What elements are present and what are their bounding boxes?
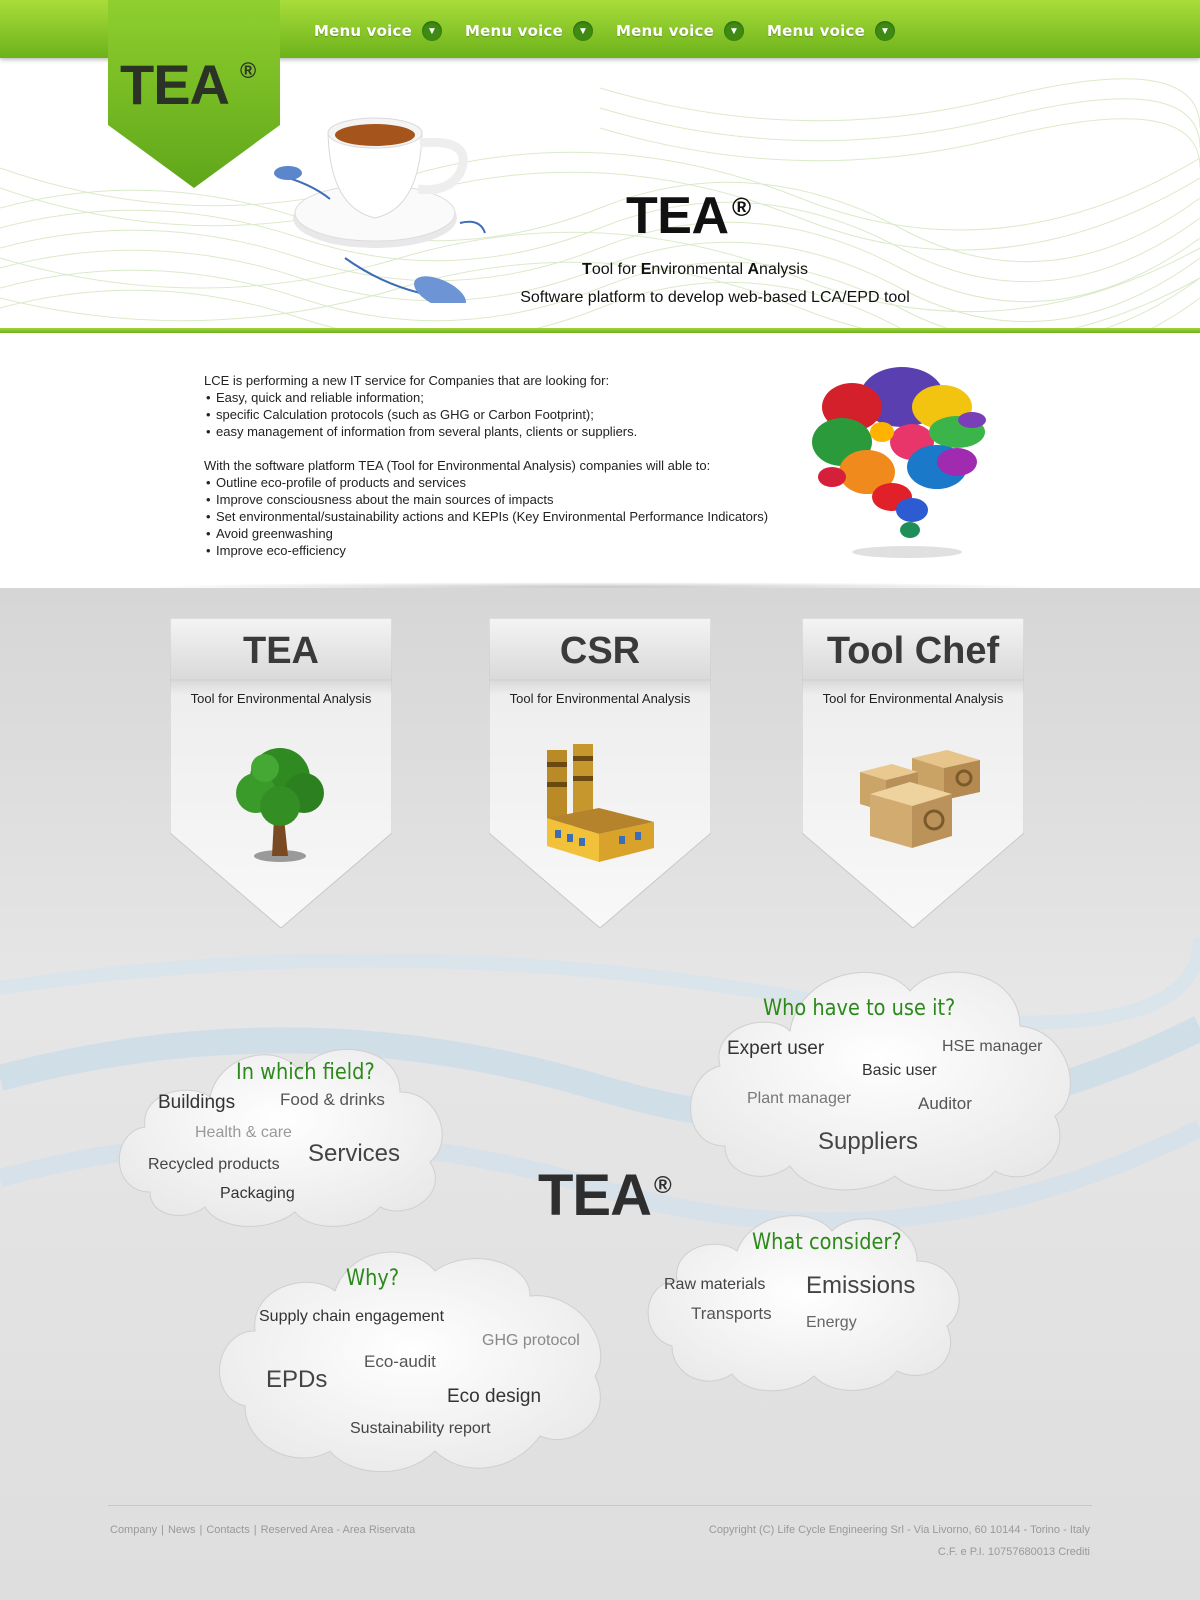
cloud-word: Sustainability report	[350, 1420, 491, 1437]
site-logo[interactable]: TEA ®	[108, 0, 280, 190]
speech-bubbles-image	[812, 367, 986, 558]
cloud-word: Health & care	[195, 1124, 292, 1141]
nav-menu-label: Menu voice	[616, 22, 714, 40]
card-subtitle: Tool for Environmental Analysis	[190, 691, 372, 706]
intro-paragraph-1: LCE is performing a new IT service for C…	[204, 373, 610, 388]
list-item: easy management of information from seve…	[204, 423, 824, 440]
footer-links: Company | News | Contacts | Reserved Are…	[110, 1524, 415, 1536]
chevron-down-icon: ▼	[421, 21, 442, 41]
cloud-who: Who have to use it? Expert user HSE mana…	[680, 956, 1080, 1194]
intro-text: LCE is performing a new IT service for C…	[204, 372, 824, 559]
logo-text: TEA	[120, 53, 230, 116]
hero-tagline: Software platform to develop web-based L…	[520, 289, 910, 306]
chevron-down-icon: ▼	[874, 21, 895, 41]
cloud-why: Why? Supply chain engagement GHG protoco…	[210, 1236, 610, 1480]
cloud-word: Basic user	[862, 1062, 937, 1079]
center-registered-mark: ®	[654, 1172, 672, 1199]
intro-list-2: Outline eco-profile of products and serv…	[204, 474, 824, 559]
cloud-word: Buildings	[158, 1092, 236, 1113]
card-title: Tool Chef	[826, 630, 1000, 672]
factory-icon	[547, 744, 654, 862]
center-title: TEA	[538, 1163, 652, 1228]
hero-subtitle-text: Tool for Environmental Analysis	[582, 261, 808, 278]
cloud-word: Emissions	[806, 1272, 916, 1299]
footer-vat-credits: C.F. e P.I. 10757680013 Crediti	[937, 1546, 1090, 1558]
cloud-word: Packaging	[220, 1185, 295, 1202]
cloud-word: Plant manager	[747, 1090, 852, 1107]
product-card-tool-chef[interactable]: Tool Chef Tool for Environmental Analysi…	[802, 618, 1024, 928]
chevron-down-icon: ▼	[723, 21, 744, 41]
intro-list-1: Easy, quick and reliable information; sp…	[204, 389, 824, 440]
card-subtitle: Tool for Environmental Analysis	[509, 691, 691, 706]
cloud-word: Suppliers	[818, 1128, 919, 1155]
chevron-down-icon: ▼	[572, 21, 593, 41]
footer-separator: |	[253, 1524, 257, 1536]
cloud-word: Energy	[806, 1314, 857, 1331]
logo-registered-mark: ®	[240, 58, 257, 83]
nav-menu-item-1[interactable]: Menu voice ▼	[314, 18, 442, 44]
list-item: Set environmental/sustainability actions…	[204, 508, 824, 525]
cloud-word: Auditor	[918, 1094, 972, 1113]
cloud-word: Transports	[691, 1304, 772, 1323]
cloud-word: Recycled products	[148, 1156, 280, 1173]
cloud-heading: What consider?	[752, 1230, 902, 1255]
cloud-word: GHG protocol	[482, 1332, 580, 1349]
nav-menu-label: Menu voice	[465, 22, 563, 40]
list-item: specific Calculation protocols (such as …	[204, 406, 824, 423]
list-item: Outline eco-profile of products and serv…	[204, 474, 824, 491]
cloud-word: Raw materials	[664, 1276, 766, 1293]
nav-menu-item-3[interactable]: Menu voice ▼	[616, 18, 744, 44]
list-item: Avoid greenwashing	[204, 525, 824, 542]
nav-menu-item-2[interactable]: Menu voice ▼	[465, 18, 593, 44]
cloud-heading: Who have to use it?	[763, 996, 956, 1021]
hero-title: TEA	[626, 187, 729, 245]
list-item: Easy, quick and reliable information;	[204, 389, 824, 406]
footer-copyright: Copyright (C) Life Cycle Engineering Srl…	[708, 1524, 1090, 1536]
boxes-icon	[860, 750, 980, 848]
footer-divider	[108, 1505, 1092, 1506]
list-item: Improve consciousness about the main sou…	[204, 491, 824, 508]
card-title: CSR	[559, 630, 641, 672]
hero-registered-mark: ®	[732, 192, 752, 222]
intro-paragraph-2: With the software platform TEA (Tool for…	[204, 458, 711, 473]
cloud-word: Food & drinks	[280, 1090, 385, 1109]
list-item: Improve eco-efficiency	[204, 542, 824, 559]
nav-menu-item-4[interactable]: Menu voice ▼	[767, 18, 895, 44]
product-card-tea[interactable]: TEA Tool for Environmental Analysis	[170, 618, 392, 928]
tree-icon	[236, 748, 324, 862]
nav-menu-label: Menu voice	[767, 22, 865, 40]
footer-link-reserved-area[interactable]: Reserved Area - Area Riservata	[261, 1524, 416, 1536]
cloud-heading: Why?	[346, 1266, 400, 1291]
footer-link-contacts[interactable]: Contacts	[206, 1524, 249, 1536]
nav-menu-label: Menu voice	[314, 22, 412, 40]
teacup-image	[274, 117, 486, 303]
cloud-word: Expert user	[727, 1038, 825, 1059]
cloud-field: In which field? Buildings Food & drinks …	[110, 1032, 452, 1232]
cloud-heading: In which field?	[236, 1060, 375, 1085]
cloud-word: Eco design	[447, 1386, 542, 1407]
cloud-word: HSE manager	[942, 1038, 1043, 1055]
footer-separator: |	[199, 1524, 203, 1536]
hero-subtitle: Tool for Environmental Analysis	[500, 261, 890, 279]
product-card-csr[interactable]: CSR Tool for Environmental Analysis	[489, 618, 711, 928]
cloud-word: Supply chain engagement	[259, 1308, 445, 1325]
cloud-word: Services	[308, 1140, 401, 1167]
cloud-word: EPDs	[266, 1366, 328, 1393]
cloud-word: Eco-audit	[364, 1352, 436, 1371]
card-title: TEA	[243, 630, 319, 672]
card-subtitle: Tool for Environmental Analysis	[822, 691, 1004, 706]
footer-link-news[interactable]: News	[168, 1524, 196, 1536]
cloud-consider: What consider? Raw materials Emissions T…	[642, 1206, 962, 1396]
footer-link-company[interactable]: Company	[110, 1524, 157, 1536]
footer-separator: |	[161, 1524, 164, 1536]
